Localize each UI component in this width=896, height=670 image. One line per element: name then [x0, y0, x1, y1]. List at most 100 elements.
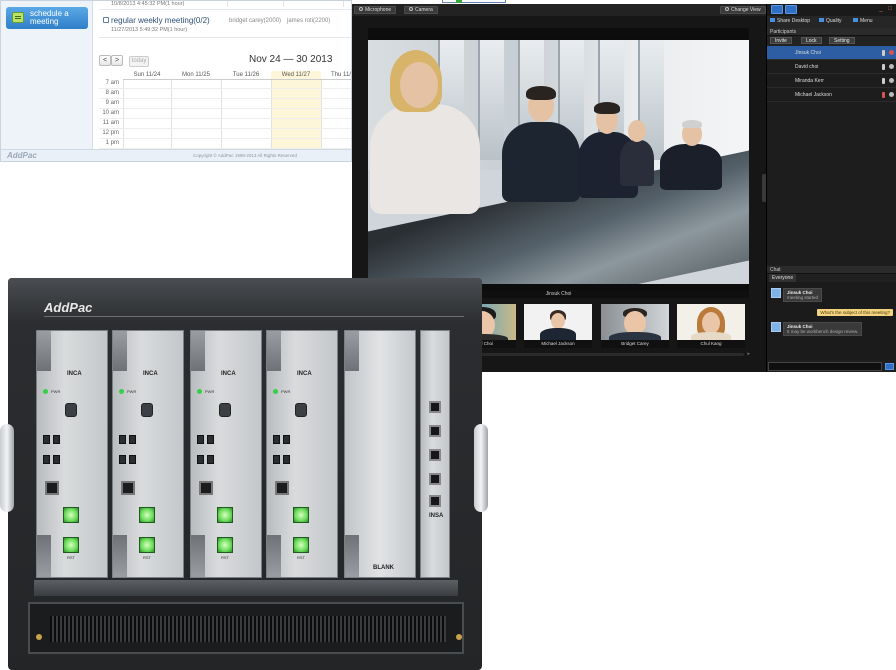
day-header: Tue 11/26 [221, 71, 271, 80]
camera-label: Camera [415, 7, 433, 13]
serial-port [295, 403, 307, 417]
participant-row[interactable]: Michael Jackson [767, 88, 896, 102]
change-view-button[interactable]: Change View [720, 6, 766, 14]
mic-icon[interactable] [882, 78, 885, 84]
participant-name: Miranda Kerr [795, 78, 824, 84]
meeting-attendee: james roti(2200) [287, 18, 331, 24]
button-label: RST [297, 555, 305, 560]
usb-port [129, 435, 136, 444]
microphone-icon [359, 7, 363, 11]
green-button [139, 507, 155, 523]
usb-port [43, 435, 50, 444]
chat-reply: What's the subject of this meeting? [817, 309, 893, 316]
usb-port [197, 455, 204, 464]
week-navigation: < > today [99, 55, 149, 67]
meeting-row[interactable]: 10/8/2013 4:45:32 PM(1 hour) [99, 1, 351, 10]
hour-label: 9 am [105, 100, 119, 106]
week-range-title: Nov 24 — 30 2013 [249, 54, 333, 65]
menu-button[interactable]: Menu [853, 18, 873, 24]
chat-input[interactable] [768, 362, 882, 371]
avatar [771, 322, 781, 332]
usb-port [197, 435, 204, 444]
mic-icon[interactable] [882, 50, 885, 56]
card-label: INCA [67, 371, 82, 377]
usb-port [273, 435, 280, 444]
camera-status-icon[interactable] [889, 64, 894, 69]
prev-week-button[interactable]: < [99, 55, 111, 66]
invite-button[interactable]: Invite [770, 37, 792, 44]
button-label: RST [67, 555, 75, 560]
setting-button[interactable]: Setting [829, 37, 855, 44]
green-button [293, 507, 309, 523]
card-label: INCA [143, 371, 158, 377]
usb-port [283, 455, 290, 464]
send-button[interactable] [885, 363, 894, 370]
calendar-footer: AddPac Copyright © AddPac 1999-2013 All … [1, 149, 351, 161]
power-led [43, 389, 48, 394]
quality-button[interactable]: Quality [819, 18, 842, 24]
button-label: RST [221, 555, 229, 560]
scroll-right-icon[interactable]: ▸ [747, 351, 750, 357]
today-button[interactable]: today [129, 56, 149, 67]
meeting-title-text: regular weekly meeting(0/2) [111, 16, 210, 25]
green-button [217, 507, 233, 523]
meeting-row[interactable]: regular weekly meeting(0/2) 11/27/2013 5… [99, 12, 351, 38]
chat-log: Jinsuk Choi meeting started What's the su… [767, 282, 896, 360]
usb-port [207, 435, 214, 444]
microphone-button[interactable]: Microphone [354, 6, 397, 14]
hour-label: 1 pm [105, 140, 119, 146]
chat-icon[interactable] [785, 5, 797, 14]
footer-logo: AddPac [7, 151, 37, 160]
window-controls-icon[interactable]: _ □ [879, 6, 894, 12]
quality-label: Quality [826, 18, 842, 24]
inca-card: INCA PWR RST [266, 330, 338, 578]
calendar-icon [12, 12, 24, 23]
participant-name: David choi [795, 64, 819, 70]
hour-label: 8 am [105, 90, 119, 96]
ethernet-port [429, 401, 441, 413]
quality-icon [819, 18, 824, 22]
rack-handle [474, 424, 488, 512]
thumbnail-name: Michael Jackson [524, 340, 592, 348]
camera-status-icon[interactable] [889, 78, 894, 83]
led-label: PWR [281, 389, 291, 394]
thumbnail-tile[interactable]: Michael Jackson [524, 304, 592, 348]
video-feed [368, 40, 749, 284]
led-label: PWR [51, 389, 61, 394]
meeting-title[interactable]: regular weekly meeting(0/2) [103, 16, 210, 25]
camera-button[interactable]: Camera [404, 6, 438, 14]
participants-title: Participants [767, 28, 896, 36]
mic-icon[interactable] [882, 64, 885, 70]
change-view-label: Change View [731, 7, 761, 13]
led-label: PWR [127, 389, 137, 394]
day-header: Thu 11/ [321, 71, 351, 80]
insa-card: INSA [420, 330, 450, 578]
main-video[interactable] [368, 28, 749, 290]
blank-card: BLANK [344, 330, 416, 578]
lock-button[interactable]: Lock [801, 37, 822, 44]
participant-row[interactable]: Miranda Kerr [767, 74, 896, 88]
camera-status-icon[interactable] [889, 92, 894, 97]
thumbnail-tile[interactable]: Bridget Carey [601, 304, 669, 348]
serial-port [65, 403, 77, 417]
chat-tab-everyone[interactable]: Everyone [769, 274, 797, 282]
usb-port [119, 455, 126, 464]
schedule-meeting-button[interactable]: schedule a meeting [6, 7, 88, 29]
side-panel: _ □ Share Desktop Quality Menu Participa… [766, 4, 896, 372]
mic-icon[interactable] [882, 92, 885, 98]
card-label: INSA [429, 513, 444, 519]
share-desktop-button[interactable]: Share Desktop [770, 18, 810, 24]
menu-label: Menu [860, 18, 873, 24]
thumbnail-tile[interactable]: Chul Kang [677, 304, 745, 348]
participant-row[interactable]: Jinsuk Choi [767, 46, 896, 60]
user-icon[interactable] [771, 5, 783, 14]
usb-port [129, 455, 136, 464]
camera-status-icon[interactable] [889, 50, 894, 55]
next-week-button[interactable]: > [111, 55, 123, 66]
participant-row[interactable]: David choi [767, 60, 896, 74]
ethernet-port [429, 495, 441, 507]
calendar-window: schedule a meeting 10/8/2013 4:45:32 PM(… [0, 0, 352, 162]
participant-tools: Invite Lock Setting [767, 36, 896, 46]
power-led [119, 389, 124, 394]
card-label: BLANK [373, 565, 394, 571]
